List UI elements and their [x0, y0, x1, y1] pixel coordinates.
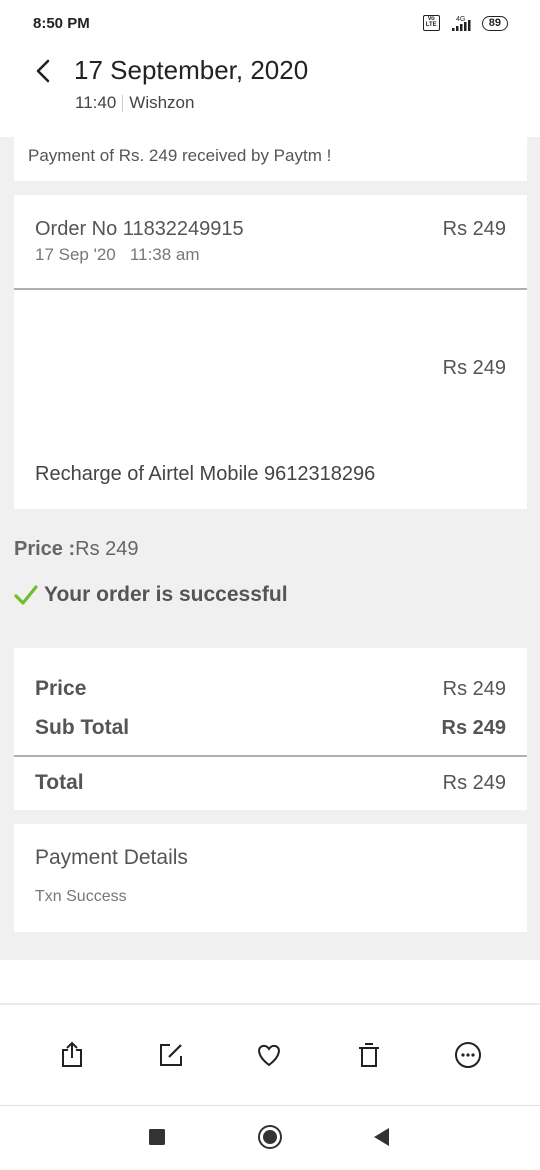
- notice-text: Payment of Rs. 249 received by Paytm !: [28, 146, 332, 165]
- status-icons: Vo LTE 4G 89: [422, 14, 508, 32]
- price-line: Price :Rs 249: [14, 538, 139, 561]
- summary-row-value: Rs 249: [441, 717, 507, 739]
- check-icon: [14, 585, 38, 605]
- success-text: Your order is successful: [44, 583, 288, 606]
- delete-icon[interactable]: [354, 1040, 384, 1070]
- payment-status: Txn Success: [35, 888, 127, 905]
- divider: [0, 1003, 540, 1005]
- payment-card: [14, 824, 527, 932]
- price-label: Price :: [14, 538, 76, 560]
- recents-icon[interactable]: [144, 1124, 170, 1150]
- message-time: 11:40: [75, 93, 117, 112]
- back-nav-icon[interactable]: [369, 1124, 395, 1150]
- item-amount: Rs 249: [442, 357, 506, 379]
- item-description: Recharge of Airtel Mobile 9612318296: [35, 463, 376, 485]
- summary-row-value: Rs 249: [442, 678, 506, 700]
- divider: [14, 755, 527, 757]
- status-time: 8:50 PM: [33, 15, 90, 32]
- page-title: 17 September, 2020: [74, 55, 309, 85]
- order-date: 17 Sep '20 11:38 am: [35, 245, 200, 264]
- order-number: Order No 11832249915: [35, 218, 244, 240]
- favorite-icon[interactable]: [254, 1040, 284, 1070]
- sender-name: Wishzon: [129, 93, 195, 112]
- header-subtitle: 11:40 Wishzon: [75, 93, 194, 113]
- divider: [14, 288, 527, 290]
- order-card: [14, 195, 527, 509]
- share-icon[interactable]: [57, 1040, 87, 1070]
- summary-row-label: Price: [35, 677, 87, 700]
- price-value: Rs 249: [75, 538, 139, 560]
- payment-title: Payment Details: [35, 846, 188, 869]
- total-label: Total: [35, 771, 84, 794]
- back-arrow-icon[interactable]: [30, 56, 56, 86]
- signal-icon: 4G: [451, 16, 471, 31]
- edit-icon[interactable]: [156, 1040, 186, 1070]
- home-icon[interactable]: [257, 1124, 283, 1150]
- battery-indicator: 89: [481, 15, 508, 31]
- divider: [122, 94, 124, 112]
- total-value: Rs 249: [442, 772, 506, 794]
- order-amount: Rs 249: [442, 218, 506, 240]
- summary-row-label: Sub Total: [35, 716, 130, 739]
- more-icon[interactable]: [453, 1040, 483, 1070]
- svg-text:4G: 4G: [456, 16, 465, 23]
- success-message: Your order is successful: [14, 583, 288, 607]
- volte-icon: Vo LTE: [422, 15, 440, 31]
- divider: [0, 1105, 540, 1106]
